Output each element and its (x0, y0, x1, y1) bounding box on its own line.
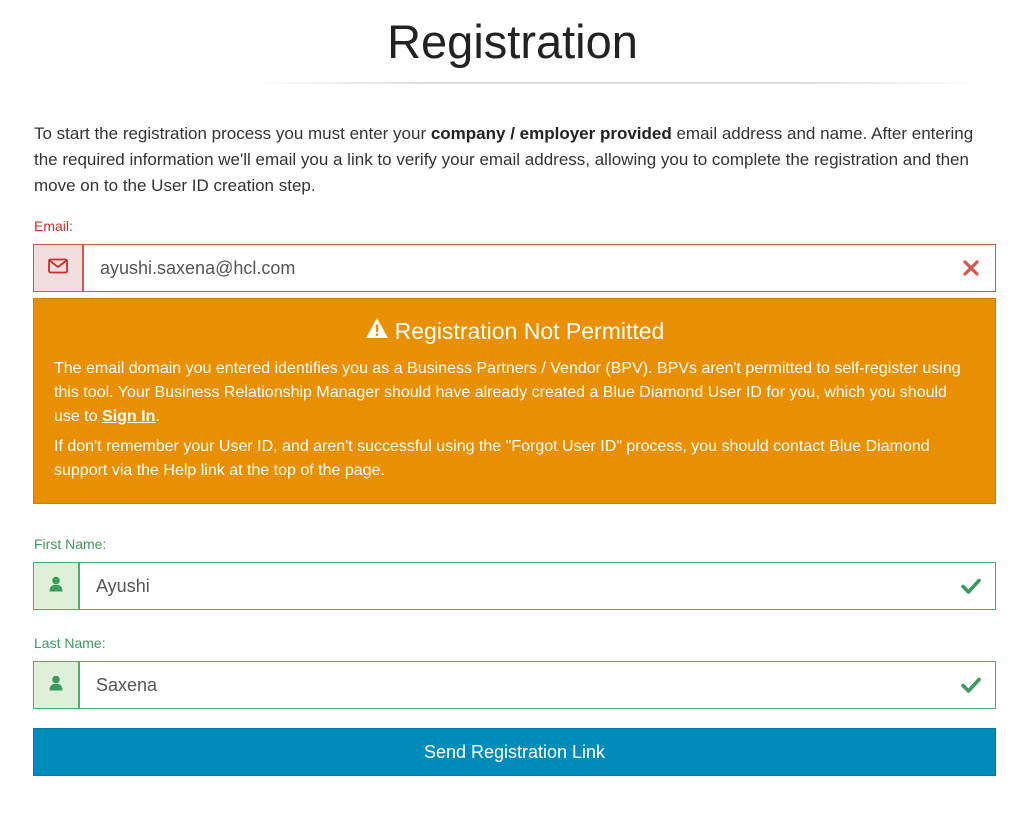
page-title: Registration (387, 15, 638, 68)
email-label: Email: (34, 218, 73, 234)
send-registration-link-button[interactable]: Send Registration Link (33, 728, 996, 776)
first-name-addon (33, 562, 79, 610)
email-field[interactable]: ayushi.saxena@hcl.com (83, 244, 996, 292)
user-icon (49, 675, 63, 696)
sign-in-link[interactable]: Sign In (102, 408, 155, 425)
last-name-input-group: Saxena (33, 661, 996, 709)
first-name-field[interactable]: Ayushi (79, 562, 996, 610)
last-name-label: Last Name: (34, 635, 106, 651)
first-name-label: First Name: (34, 536, 107, 552)
intro-text-bold: company / employer provided (430, 124, 672, 143)
last-name-field[interactable]: Saxena (79, 661, 996, 709)
alert-title: Registration Not Permitted (54, 317, 975, 345)
check-icon (961, 675, 981, 695)
alert-paragraph-1-end: . (155, 408, 160, 425)
alert-paragraph-1: The email domain you entered identifies … (54, 357, 975, 429)
last-name-addon (33, 661, 79, 709)
first-name-input-group: Ayushi (33, 562, 996, 610)
alert-paragraph-2: If don't remember your User ID, and aren… (54, 438, 930, 479)
warning-icon (365, 317, 389, 345)
last-name-value: Saxena (96, 674, 158, 695)
x-icon (961, 258, 981, 278)
registration-error-alert: Registration Not Permitted The email dom… (33, 298, 996, 504)
email-input-group: ayushi.saxena@hcl.com (33, 244, 996, 292)
alert-title-text: Registration Not Permitted (394, 317, 665, 344)
first-name-value: Ayushi (96, 575, 150, 596)
alert-paragraph-1-text: The email domain you entered identifies … (54, 360, 961, 425)
intro-text-part1: To start the registration process you mu… (34, 124, 431, 143)
title-divider (250, 82, 980, 84)
user-icon (49, 576, 63, 597)
email-addon (33, 244, 83, 292)
check-icon (961, 576, 981, 596)
envelope-icon (48, 258, 68, 279)
email-value: ayushi.saxena@hcl.com (100, 257, 296, 278)
intro-text: To start the registration process you mu… (34, 121, 994, 199)
